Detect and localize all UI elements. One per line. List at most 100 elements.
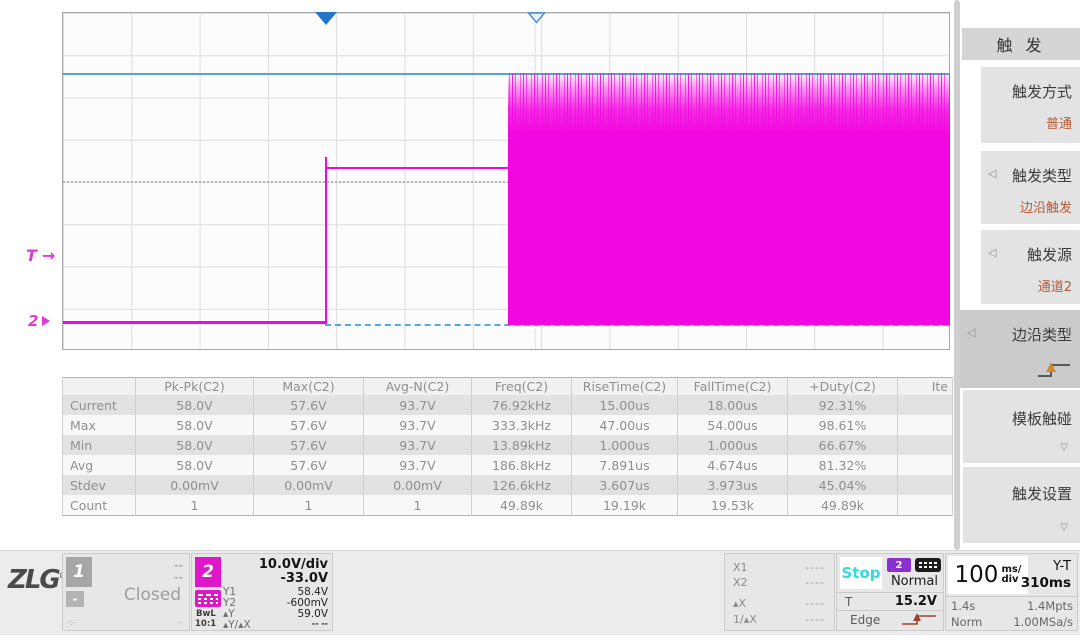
left-arrow-icon: ◁ <box>988 167 996 180</box>
table-row: Stdev 0.00mV 0.00mV 0.00mV 126.6kHz 3.60… <box>63 475 953 495</box>
zlg-logo: ZLG® <box>8 565 68 595</box>
divider <box>837 610 943 611</box>
sidebar-item-label: 触发源 <box>1027 244 1072 265</box>
trigger-mode: Normal <box>891 574 938 589</box>
probe-ratio-label: 10:1 <box>195 619 216 629</box>
cell: 1 <box>136 495 254 516</box>
cell: 49.89k <box>788 495 898 516</box>
trigger-position-marker-icon[interactable] <box>527 12 546 24</box>
column-header: FallTime(C2) <box>678 378 788 396</box>
cell <box>898 435 953 455</box>
cell: 57.6V <box>254 435 364 455</box>
sidebar-item-trigger-source[interactable]: ◁ 触发源 通道2 <box>981 230 1080 304</box>
cell: 7.891us <box>572 455 678 475</box>
sidebar-item-trigger-settings[interactable]: 触发设置 ▽ <box>963 467 1080 543</box>
column-header: Ite <box>898 378 953 396</box>
left-arrow-icon: ◁ <box>967 326 975 339</box>
cell: 18.00us <box>678 395 788 415</box>
cell: 57.6V <box>254 415 364 435</box>
timebase-number: 100 <box>955 562 999 588</box>
cell: 49.89k <box>472 495 572 516</box>
cell <box>898 415 953 435</box>
ch2-step-trace <box>327 167 508 169</box>
cursor-dydx-row: ▴Y/▴X -- -- <box>223 619 328 631</box>
table-row: Current 58.0V 57.6V 93.7V 76.92kHz 15.00… <box>63 395 953 415</box>
cursor-label: X2 <box>733 576 748 589</box>
channel1-state: Closed <box>124 585 181 605</box>
sidebar-item-value: 通道2 <box>1038 276 1072 295</box>
rising-edge-icon <box>1036 360 1072 380</box>
divider <box>946 596 1077 597</box>
table-row: Count 1 1 1 49.89k 19.19k 19.53k 49.89k <box>63 495 953 516</box>
trigger-delay: 310ms <box>1021 575 1071 591</box>
cell <box>898 475 953 495</box>
sidebar-item-value: 边沿触发 <box>1020 197 1072 216</box>
cursor-value: ---- <box>805 561 825 574</box>
trigger-level-marker[interactable]: T→ <box>26 246 55 265</box>
row-label: Avg <box>63 455 136 475</box>
column-header: +Duty(C2) <box>788 378 898 396</box>
timebase-block[interactable]: 100 ms/ div Y-T 310ms 1.4s 1.4Mpts Norm … <box>945 553 1078 631</box>
sample-rate: 1.00MSa/s <box>1013 615 1073 629</box>
cell: 47.00us <box>572 415 678 435</box>
divider <box>837 592 943 593</box>
row-label: Current <box>63 395 136 415</box>
row-label: Max <box>63 415 136 435</box>
sidebar-item-label: 触发类型 <box>1012 165 1072 186</box>
trigger-time-marker-icon[interactable] <box>315 12 337 25</box>
cell: 66.67% <box>788 435 898 455</box>
left-arrow-icon: ◁ <box>988 246 996 259</box>
ch2-rise-trace <box>325 157 327 324</box>
cursor-value: -- -- <box>312 619 328 631</box>
record-length-time: 1.4s <box>951 599 975 613</box>
x-cursor-block[interactable]: X1 ---- X2 ---- ▴X ---- 1/▴X ---- <box>724 553 835 631</box>
ch2-level-marker[interactable]: 2 <box>28 312 50 330</box>
sidebar-title: 触 发 <box>962 28 1080 60</box>
cell: 98.61% <box>788 415 898 435</box>
sidebar-item-template-touch[interactable]: 模板触碰 ▽ <box>963 390 1080 463</box>
sidebar-item-trigger-mode[interactable]: 触发方式 普通 <box>981 67 1080 143</box>
cell <box>898 395 953 415</box>
cell: 1.000us <box>572 435 678 455</box>
memory-depth: 1.4Mpts <box>1027 599 1073 613</box>
timebase-unit: ms/ div <box>1001 565 1021 585</box>
trigger-status-block[interactable]: Stop 2 Normal T 15.2V Edge <box>836 553 944 631</box>
cursor-inv-dx-row: 1/▴X ---- <box>733 613 825 626</box>
ch2-burst-trace <box>508 73 950 325</box>
cell: 19.53k <box>678 495 788 516</box>
cell: 57.6V <box>254 395 364 415</box>
cell: 1.000us <box>678 435 788 455</box>
column-header: Pk-Pk(C2) <box>136 378 254 396</box>
channel1-status-block[interactable]: 1 -- -- - Closed -:- -- <box>62 553 190 631</box>
cell: 45.04% <box>788 475 898 495</box>
acquisition-state[interactable]: Stop <box>840 557 882 589</box>
cell: 0.00mV <box>364 475 472 495</box>
sidebar-item-trigger-type[interactable]: ◁ 触发类型 边沿触发 <box>981 151 1080 224</box>
timebase-scale[interactable]: 100 ms/ div <box>948 556 1028 594</box>
channel1-minus-badge: - <box>66 591 84 607</box>
waveform-plot[interactable] <box>62 12 950 350</box>
trigger-level-label: T <box>26 246 37 265</box>
cell: 93.7V <box>364 415 472 435</box>
trigger-source-badge: 2 <box>887 558 911 572</box>
acquisition-row: Norm 1.00MSa/s <box>951 615 1073 629</box>
measurement-table: Pk-Pk(C2) Max(C2) Avg-N(C2) Freq(C2) Ris… <box>62 377 952 523</box>
row-label: Min <box>63 435 136 455</box>
right-triangle-icon <box>42 316 50 326</box>
table-row: Max 58.0V 57.6V 93.7V 333.3kHz 47.00us 5… <box>63 415 953 435</box>
row-label: Count <box>63 495 136 516</box>
column-header: Freq(C2) <box>472 378 572 396</box>
pattern-icon <box>915 558 941 572</box>
sidebar-scrollbar[interactable] <box>954 0 960 550</box>
bandwidth-limit-label: BwL <box>196 609 216 619</box>
cell: 3.973us <box>678 475 788 495</box>
cell: 93.7V <box>364 395 472 415</box>
channel2-status-block[interactable]: 2 10.0V/div -33.0V BwL 10:1 Y1 58.4V Y2 … <box>191 553 333 631</box>
sidebar-item-edge-type[interactable]: ◁ 边沿类型 <box>960 310 1080 388</box>
trigger-level-value: 15.2V <box>895 594 937 609</box>
sidebar-item-label: 触发设置 <box>1012 483 1072 504</box>
cursor-x2-row: X2 ---- <box>733 576 825 589</box>
chevron-down-icon: ▽ <box>1060 522 1068 533</box>
column-header <box>63 378 136 396</box>
cursor-label: X1 <box>733 561 748 574</box>
